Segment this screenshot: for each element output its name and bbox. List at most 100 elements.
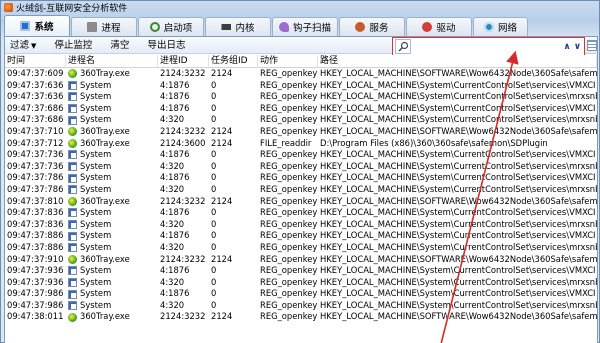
table-row[interactable]: 09:47:37:636 System 4:1876 0 REG_openkey HKEY… — [5, 91, 597, 103]
process-name: 360Tray.exe — [80, 311, 130, 322]
table-row[interactable]: 09:47:38:011 360Tray.exe 2124:3232 2124 REG_… — [5, 311, 597, 323]
table-row[interactable]: 09:47:37:986 System 4:1876 0 REG_openkey HKEY… — [5, 288, 597, 300]
table-row[interactable]: 09:47:37:636 System 4:1876 0 REG_openkey HKEY… — [5, 80, 597, 92]
table-row[interactable]: 09:47:37:712 360Tray.exe 2124:3600 2124 FILE… — [5, 138, 597, 150]
cell-process: System — [66, 161, 158, 173]
process-name: System — [80, 149, 112, 160]
table-row[interactable]: 09:47:37:910 360Tray.exe 2124:3232 2124 REG_… — [5, 254, 597, 266]
process-name: 360Tray.exe — [80, 195, 130, 206]
tab-network[interactable]: 网络 — [473, 17, 528, 36]
system-process-icon — [68, 150, 77, 160]
table-row[interactable]: 09:47:37:836 System 4:320 0 REG_openkey HKEY_… — [5, 219, 597, 231]
search-prev-button[interactable]: ∧ — [563, 42, 570, 52]
tab-kernel[interactable]: 内核 — [205, 17, 271, 36]
cell-tid: 2124 — [211, 311, 233, 322]
table-row[interactable]: 09:47:37:886 System 4:320 0 REG_openkey HKEY_… — [5, 242, 597, 254]
cell-time: 09:47:37:836 — [7, 218, 64, 229]
cell-path: HKEY_LOCAL_MACHINE\System\CurrentControl… — [320, 218, 597, 229]
system-process-icon — [68, 185, 77, 195]
window-title: 火绒剑-互联网安全分析软件 — [16, 4, 128, 14]
table-row[interactable]: 09:47:37:986 System 4:320 0 REG_openkey HKEY_… — [5, 300, 597, 312]
system-process-icon — [68, 115, 77, 125]
cell-tid: 0 — [211, 79, 217, 90]
table-row[interactable]: 09:47:37:609 360Tray.exe 2124:3232 2124 REG_… — [5, 68, 597, 80]
header-process[interactable]: 进程名 — [66, 55, 158, 67]
clear-button[interactable]: 清空 — [105, 38, 134, 53]
filter-button[interactable]: 过滤 ▼ — [5, 38, 41, 53]
export-log-button[interactable]: 导出日志 — [142, 38, 190, 53]
cell-tid: 0 — [211, 172, 217, 183]
tab-label: 钩子扫描 — [292, 23, 331, 34]
cell-path: HKEY_LOCAL_MACHINE\System\CurrentControl… — [320, 91, 597, 102]
cell-tid: 0 — [211, 230, 217, 241]
table-row[interactable]: 09:47:37:686 System 4:1876 0 REG_openkey HKEY… — [5, 103, 597, 115]
process-name: 360Tray.exe — [80, 68, 130, 78]
table-row[interactable]: 09:47:37:736 System 4:1876 0 REG_openkey HKEY… — [5, 149, 597, 161]
process-name: System — [80, 241, 112, 252]
stop-monitor-button[interactable]: 停止监控 — [49, 38, 97, 53]
tray-process-icon — [68, 138, 77, 148]
cell-pid: 2124:3232 — [160, 253, 206, 264]
tab-bar: 系统 进程 启动项 内核 钩子扫描 服务 驱动 网络 — [4, 15, 598, 36]
cell-action: REG_openkey — [260, 230, 318, 241]
process-name: 360Tray.exe — [80, 125, 130, 136]
tab-driver[interactable]: 驱动 — [406, 17, 472, 36]
search-next-button[interactable]: ∨ — [574, 42, 581, 52]
header-tid[interactable]: 任务组ID — [209, 55, 258, 67]
table-row[interactable]: 09:47:37:786 System 4:320 0 REG_openkey HKEY_… — [5, 184, 597, 196]
table-row[interactable]: 09:47:37:736 System 4:320 0 REG_openkey HKEY_… — [5, 161, 597, 173]
cell-time: 09:47:38:011 — [7, 311, 64, 322]
cell-action: REG_openkey — [260, 79, 318, 90]
table-row[interactable]: 09:47:37:936 System 4:320 0 REG_openkey HKEY_… — [5, 277, 597, 289]
cell-path: D:\Program Files (x86)\360\360safe\safem… — [320, 137, 548, 148]
header-action[interactable]: 动作 — [258, 55, 318, 67]
table-row[interactable]: 09:47:37:786 System 4:1876 0 REG_openkey HKEY… — [5, 172, 597, 184]
cell-pid: 2124:3232 — [160, 125, 206, 136]
cell-process: System — [66, 265, 158, 277]
header-time[interactable]: 时间 — [5, 55, 66, 67]
table-row[interactable]: 09:47:37:686 System 4:320 0 REG_openkey HKEY_… — [5, 114, 597, 126]
tab-service[interactable]: 服务 — [339, 17, 405, 36]
column-settings-icon[interactable] — [587, 40, 597, 51]
cell-process: System — [66, 91, 158, 103]
cell-process: 360Tray.exe — [66, 126, 158, 138]
tray-process-icon — [68, 254, 77, 264]
table-row[interactable]: 09:47:37:710 360Tray.exe 2124:3232 2124 REG_… — [5, 126, 597, 138]
search-input[interactable] — [411, 39, 564, 54]
cell-action: REG_openkey — [260, 102, 318, 113]
system-process-icon — [68, 243, 77, 253]
cell-action: REG_openkey — [260, 160, 318, 171]
cell-tid: 0 — [211, 276, 217, 287]
process-name: System — [80, 102, 112, 113]
cell-pid: 4:320 — [160, 218, 185, 229]
tab-label: 启动项 — [163, 23, 193, 34]
search-icon[interactable] — [395, 39, 411, 54]
tab-startup[interactable]: 启动项 — [138, 17, 204, 36]
tab-process[interactable]: 进程 — [71, 17, 137, 36]
network-icon — [483, 22, 494, 32]
tab-label: 服务 — [369, 23, 389, 34]
cell-tid: 0 — [211, 91, 217, 102]
cell-process: 360Tray.exe — [66, 138, 158, 150]
tab-system[interactable]: 系统 — [4, 15, 70, 36]
cell-tid: 0 — [211, 218, 217, 229]
table-row[interactable]: 09:47:37:936 System 4:1876 0 REG_openkey HKEY… — [5, 265, 597, 277]
table-row[interactable]: 09:47:37:836 System 4:1876 0 REG_openkey HKEY… — [5, 207, 597, 219]
app-logo-icon — [4, 3, 13, 12]
cell-process: System — [66, 114, 158, 126]
cell-pid: 4:1876 — [160, 149, 190, 160]
tab-label: 进程 — [101, 23, 121, 34]
cell-pid: 4:320 — [160, 160, 185, 171]
tab-hook-scan[interactable]: 钩子扫描 — [272, 17, 338, 36]
header-pid[interactable]: 进程ID — [158, 55, 209, 67]
table-row[interactable]: 09:47:37:810 360Tray.exe 2124:3232 2124 REG_… — [5, 196, 597, 208]
process-name: System — [80, 207, 112, 218]
system-process-icon — [68, 162, 77, 172]
cell-action: REG_openkey — [260, 195, 318, 206]
cell-path: HKEY_LOCAL_MACHINE\System\CurrentControl… — [320, 207, 596, 218]
table-row[interactable]: 09:47:37:886 System 4:1876 0 REG_openkey HKEY… — [5, 230, 597, 242]
cell-path: HKEY_LOCAL_MACHINE\System\CurrentControl… — [320, 79, 596, 90]
header-path[interactable]: 路径 — [318, 55, 597, 67]
service-icon — [355, 22, 366, 32]
cell-process: System — [66, 219, 158, 231]
